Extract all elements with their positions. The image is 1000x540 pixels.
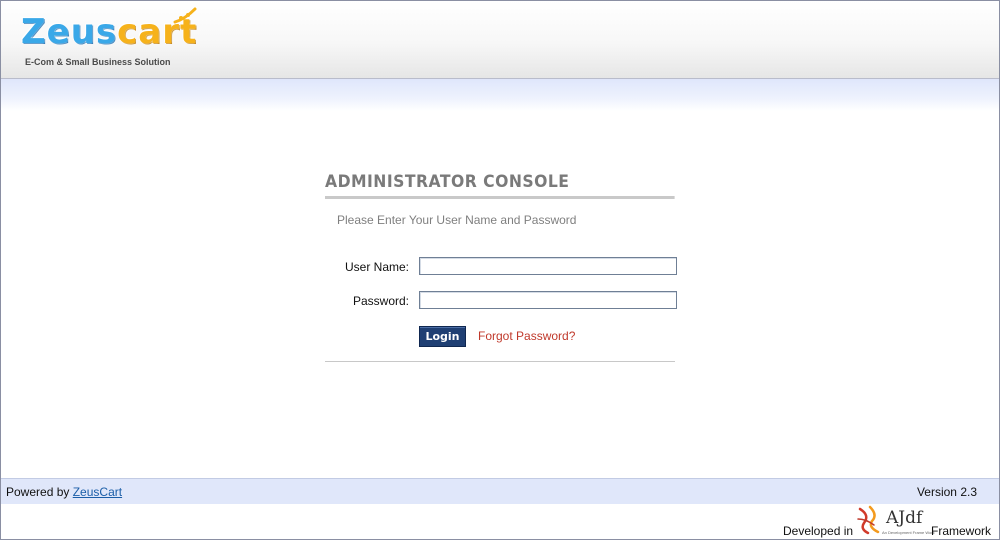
zeuscart-link[interactable]: ZeusCart (73, 485, 122, 499)
login-actions: Login Forgot Password? (419, 326, 675, 348)
password-label: Password: (352, 294, 409, 308)
username-row: User Name: (325, 257, 677, 277)
footer-bar: Powered by ZeusCart Version 2.3 (1, 478, 999, 504)
forgot-password-link[interactable]: Forgot Password? (478, 329, 575, 343)
developed-in-label: Developed in (783, 524, 854, 538)
logo-tagline: E-Com & Small Business Solution (25, 57, 171, 67)
username-input[interactable] (419, 257, 677, 275)
logo-word-zeus: Zeus (21, 12, 118, 52)
login-panel: ADMINISTRATOR CONSOLE Please Enter Your … (325, 170, 677, 362)
username-label: User Name: (344, 260, 409, 274)
version-label: Version 2.3 (916, 485, 977, 499)
login-button[interactable]: Login (419, 326, 466, 347)
ajdf-logo-tagline: An Development Frame Work (882, 530, 935, 535)
zeuscart-logo[interactable]: Zeuscart E-Com & Small Business Solution (21, 7, 201, 71)
panel-subtitle: Please Enter Your User Name and Password (337, 213, 577, 227)
logo-swoosh-icon (173, 7, 197, 24)
password-input[interactable] (419, 291, 677, 309)
powered-by-label: Powered by (6, 485, 70, 499)
site-header: Zeuscart E-Com & Small Business Solution (1, 1, 999, 79)
powered-by: Powered by ZeusCart (6, 485, 122, 499)
panel-divider (325, 361, 675, 362)
password-row: Password: (325, 291, 677, 311)
ajdf-logo-text: AJdf (886, 508, 923, 528)
ajdf-logo[interactable]: AJdf An Development Frame Work (856, 505, 935, 538)
panel-title: ADMINISTRATOR CONSOLE (325, 170, 675, 199)
header-subbar (1, 79, 999, 111)
framework-label: Framework (931, 524, 992, 538)
